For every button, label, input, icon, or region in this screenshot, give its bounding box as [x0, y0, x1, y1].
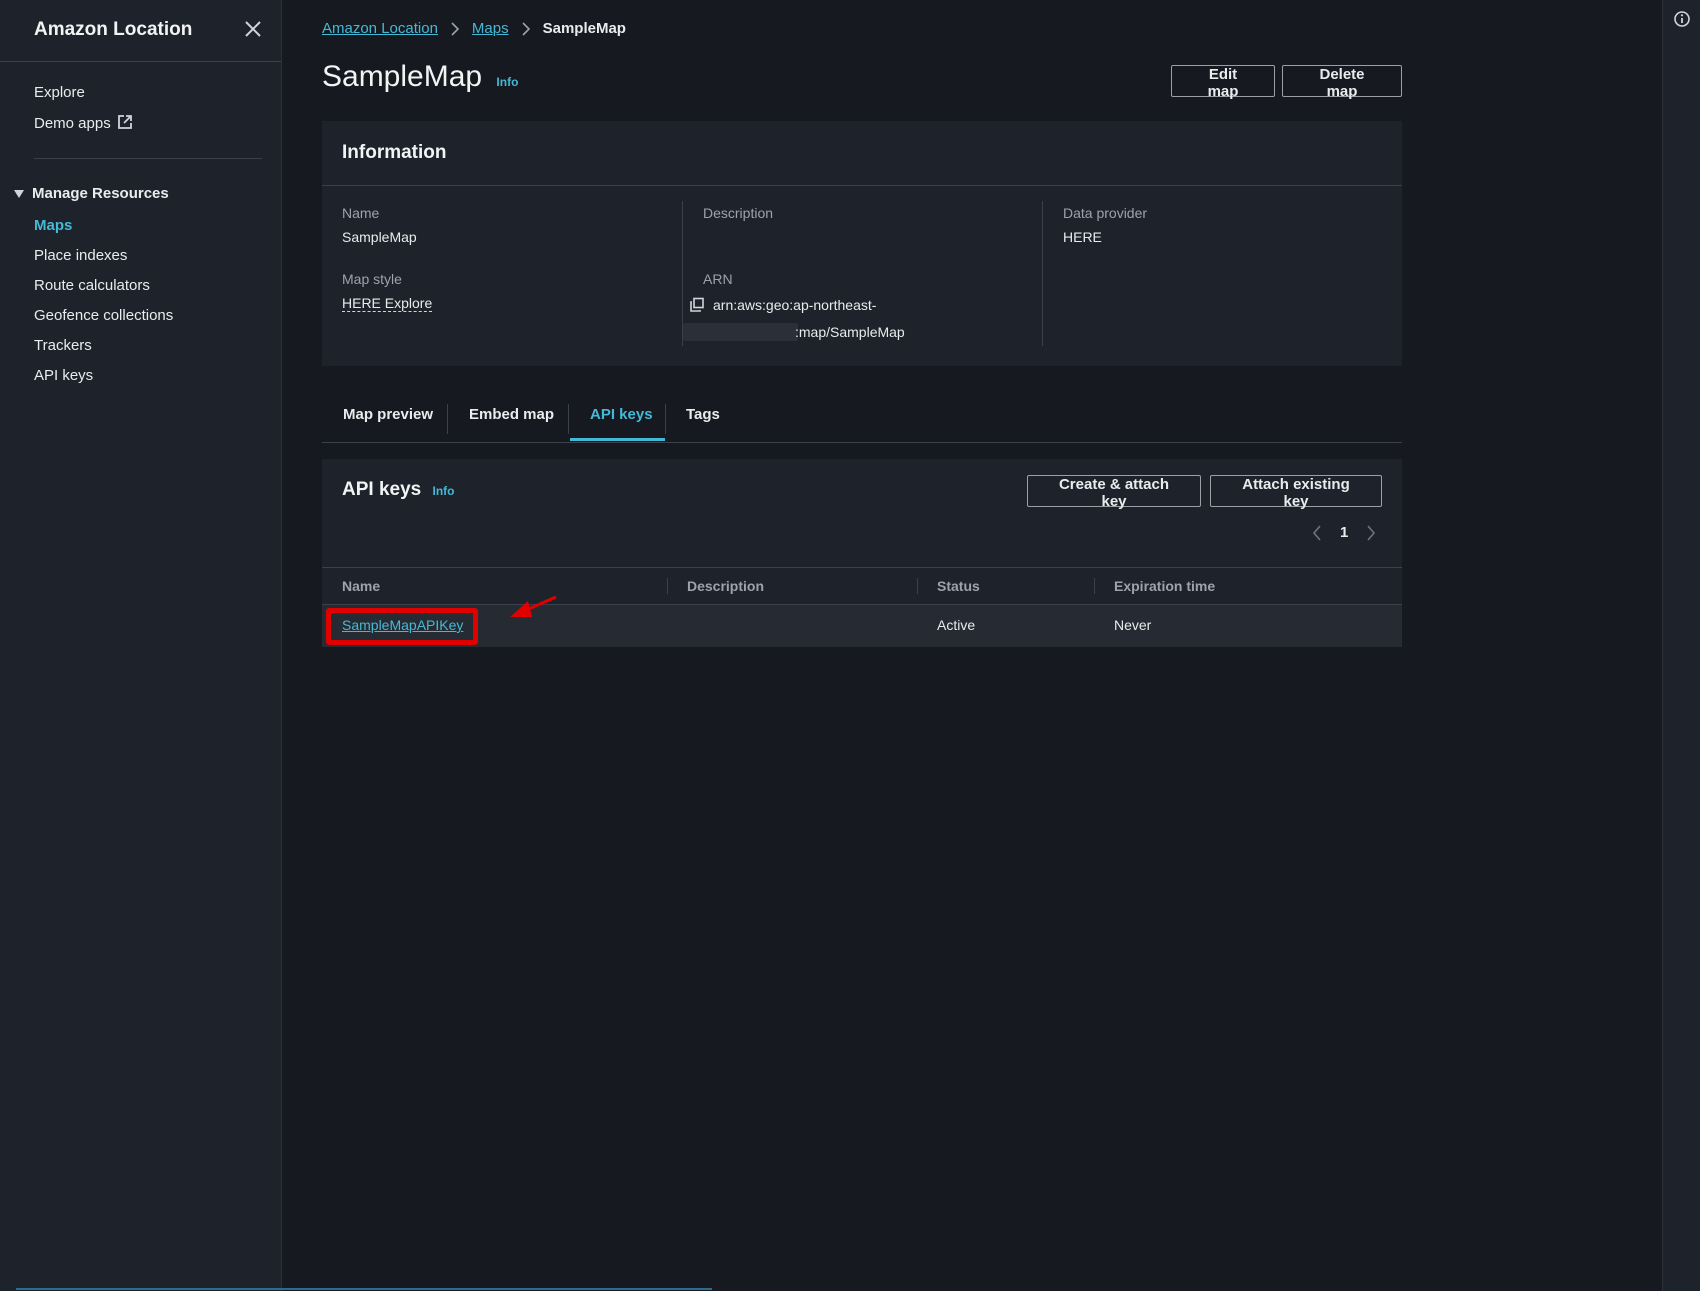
close-icon[interactable]: [242, 18, 264, 40]
sidebar-item-explore[interactable]: Explore: [34, 84, 85, 101]
chevron-right-icon[interactable]: [1366, 524, 1376, 541]
breadcrumb-amazon-location[interactable]: Amazon Location: [322, 20, 438, 37]
column-header-expiration[interactable]: Expiration time: [1114, 578, 1215, 594]
tools-panel-strip: [1662, 0, 1700, 1291]
side-navigation: Amazon Location Explore Demo apps Manage…: [0, 0, 282, 1291]
tab-api-keys[interactable]: API keys: [590, 406, 653, 423]
api-keys-panel: API keys Info Create & attach key Attach…: [322, 459, 1402, 647]
sidebar-header: Amazon Location: [0, 0, 281, 62]
table-row: SampleMapAPIKey Active Never: [322, 595, 1402, 647]
sidebar-item-route-calculators[interactable]: Route calculators: [34, 277, 150, 294]
highlight-box: [326, 608, 478, 645]
chevron-right-icon: [522, 21, 530, 36]
sidebar-item-place-indexes[interactable]: Place indexes: [34, 247, 127, 264]
description-label: Description: [703, 205, 774, 221]
column-resizer[interactable]: [917, 578, 918, 594]
information-header: Information: [322, 121, 1402, 186]
info-column-1: Name SampleMap Map style HERE Explore: [342, 201, 672, 346]
copy-icon[interactable]: [689, 297, 705, 313]
sidebar-item-maps[interactable]: Maps: [34, 217, 72, 234]
column-header-status[interactable]: Status: [937, 578, 980, 594]
information-panel: Information Name SampleMap Map style HER…: [322, 121, 1402, 366]
annotation-arrow-icon: [510, 595, 557, 617]
sidebar-divider: [34, 158, 262, 159]
api-keys-info-link[interactable]: Info: [433, 484, 455, 498]
external-link-icon: [117, 115, 132, 129]
create-attach-key-button[interactable]: Create & attach key: [1027, 475, 1201, 510]
api-keys-heading: API keys Info: [342, 479, 455, 501]
name-label: Name: [342, 205, 380, 221]
info-icon[interactable]: [1673, 10, 1691, 28]
breadcrumb-maps[interactable]: Maps: [472, 20, 509, 37]
page-title: SampleMap Info: [322, 60, 518, 94]
info-column-2: Description ARN arn:aws:geo:ap-northeast…: [682, 201, 1053, 346]
tab-map-preview[interactable]: Map preview: [343, 406, 433, 423]
page-title-text: SampleMap: [322, 60, 483, 93]
pagination: 1: [1312, 524, 1376, 541]
sidebar-section-label: Manage Resources: [32, 185, 169, 202]
name-value: SampleMap: [342, 229, 417, 245]
api-keys-heading-text: API keys: [342, 479, 422, 500]
column-header-name[interactable]: Name: [342, 578, 380, 594]
info-column-3: Data provider HERE: [1042, 201, 1403, 346]
breadcrumb: Amazon Location Maps SampleMap: [322, 20, 626, 37]
sidebar-item-trackers[interactable]: Trackers: [34, 337, 92, 354]
chevron-right-icon: [451, 21, 460, 36]
sidebar-item-geofence-collections[interactable]: Geofence collections: [34, 307, 173, 324]
tab-tags[interactable]: Tags: [686, 406, 720, 423]
api-key-status: Active: [937, 617, 976, 633]
api-key-expiration: Never: [1114, 617, 1152, 633]
information-heading: Information: [342, 142, 447, 163]
sidebar-section-manage-resources[interactable]: Manage Resources: [14, 185, 169, 202]
column-resizer[interactable]: [667, 578, 668, 594]
delete-map-button[interactable]: Delete map: [1282, 65, 1402, 100]
breadcrumb-current: SampleMap: [542, 20, 626, 37]
scroll-indicator: [16, 1288, 712, 1290]
map-style-label: Map style: [342, 271, 402, 287]
column-resizer[interactable]: [1094, 578, 1095, 594]
map-style-value[interactable]: HERE Explore: [342, 295, 433, 312]
tab-separator: [568, 404, 569, 434]
info-link[interactable]: Info: [496, 75, 518, 89]
tab-embed-map[interactable]: Embed map: [469, 406, 554, 423]
tab-separator: [447, 404, 448, 434]
arn-value-line1: arn:aws:geo:ap-northeast-: [713, 297, 877, 313]
page-number[interactable]: 1: [1340, 524, 1348, 541]
arn-label: ARN: [703, 271, 733, 287]
sidebar-item-label: Demo apps: [34, 115, 111, 132]
sidebar-item-api-keys[interactable]: API keys: [34, 367, 93, 384]
chevron-left-icon[interactable]: [1312, 524, 1322, 541]
column-header-description[interactable]: Description: [687, 578, 764, 594]
active-tab-indicator: [570, 438, 665, 441]
sidebar-title: Amazon Location: [34, 19, 193, 40]
redacted-account-id: [683, 323, 798, 341]
data-provider-value: HERE: [1063, 229, 1102, 245]
tab-separator: [665, 404, 666, 434]
data-provider-label: Data provider: [1063, 205, 1148, 221]
edit-map-button[interactable]: Edit map: [1171, 65, 1275, 100]
attach-existing-key-button[interactable]: Attach existing key: [1210, 475, 1382, 510]
sidebar-item-demo-apps[interactable]: Demo apps: [34, 114, 133, 132]
tab-bar: Map preview Embed map API keys Tags: [322, 392, 1402, 443]
arn-value-line2: :map/SampleMap: [795, 324, 905, 340]
table-header: Name Description Status Expiration time: [322, 567, 1402, 605]
caret-down-icon: [14, 189, 24, 198]
